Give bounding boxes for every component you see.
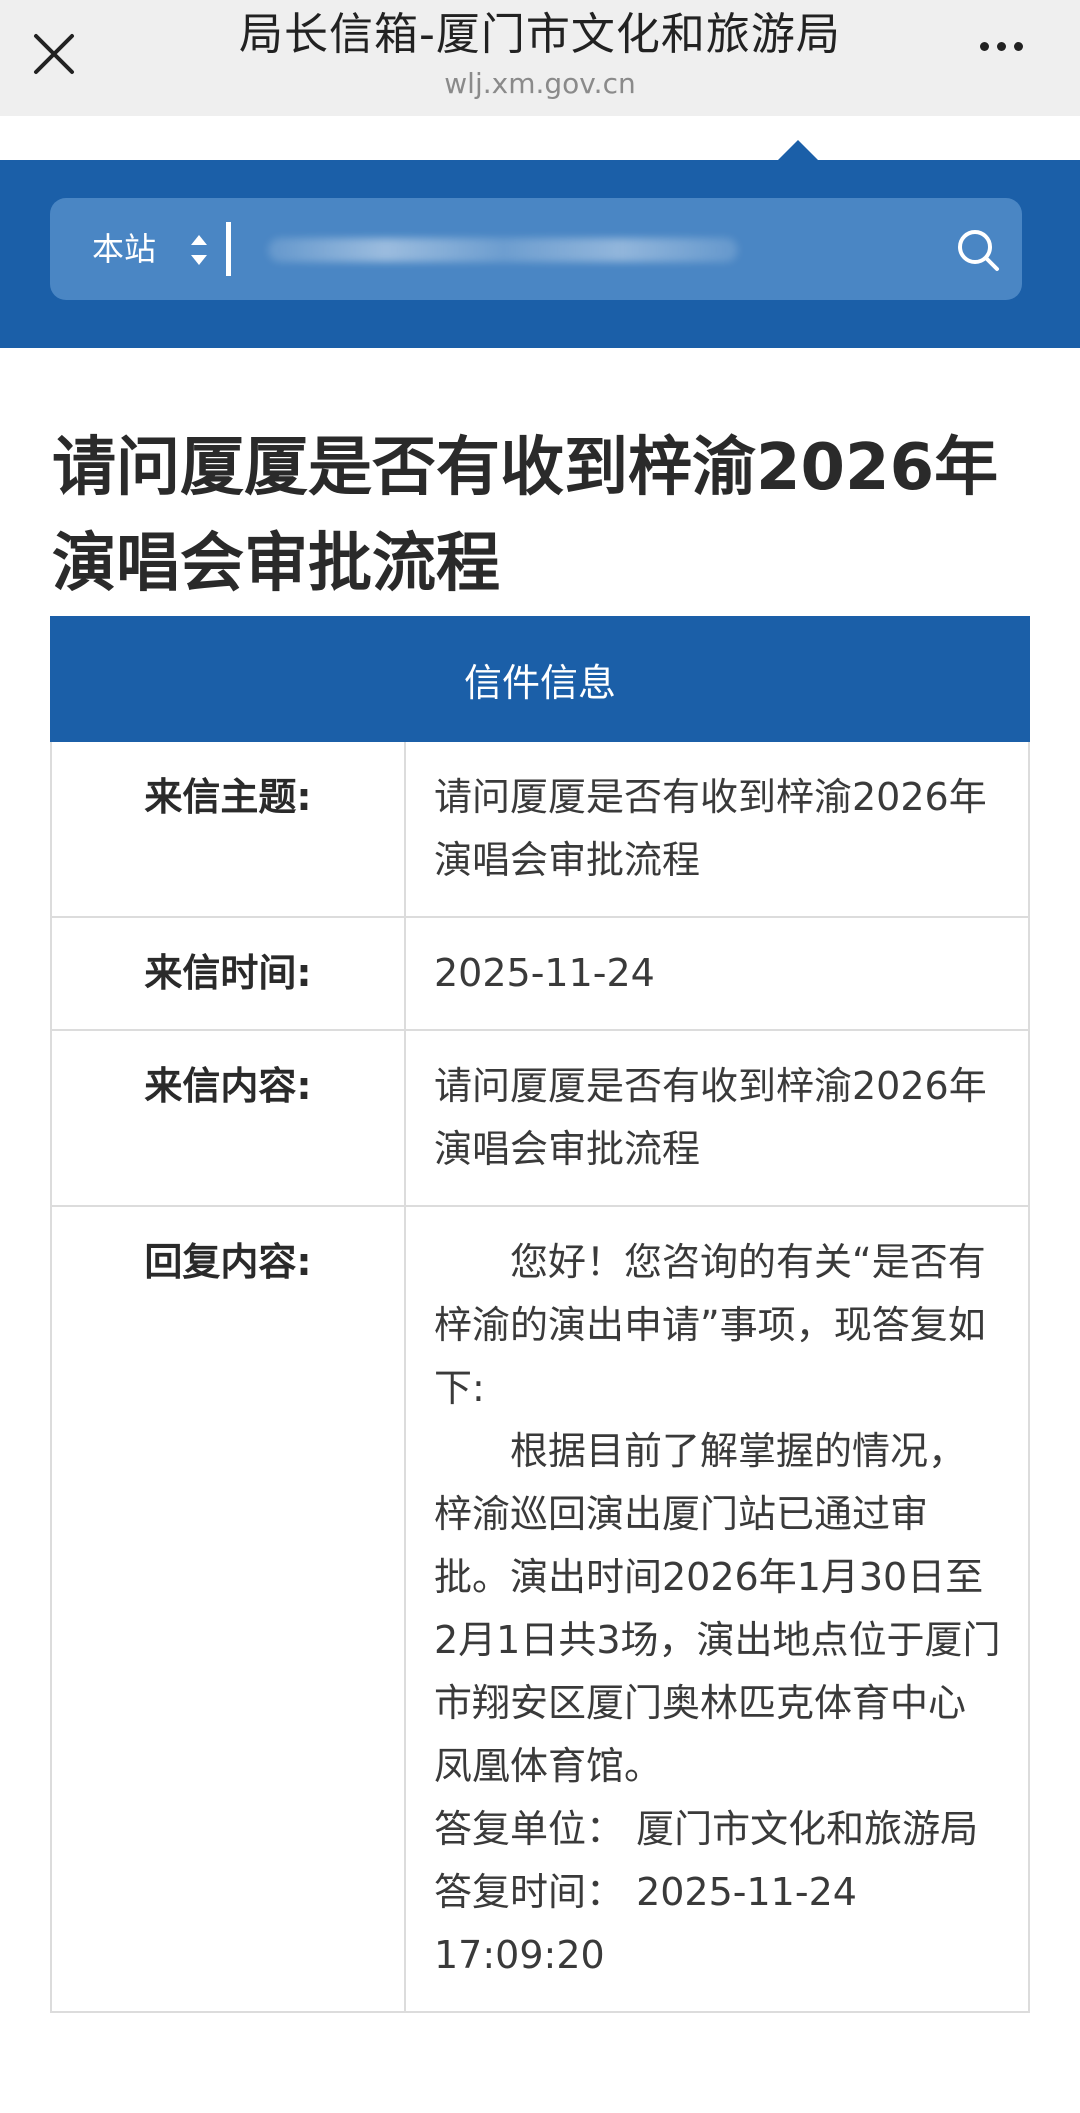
text-cursor — [226, 222, 231, 276]
site-header: 本站 — [0, 160, 1080, 348]
browser-title-area: 局长信箱-厦门市文化和旅游局 wlj.xm.gov.cn — [160, 0, 920, 102]
browser-url: wlj.xm.gov.cn — [444, 67, 636, 100]
content-label: 来信内容: — [50, 1029, 406, 1207]
table-header: 信件信息 — [50, 616, 1030, 742]
subject-label: 来信主题: — [50, 740, 406, 918]
close-icon[interactable] — [28, 28, 80, 80]
date-label: 来信时间: — [50, 916, 406, 1031]
menu-pointer — [776, 140, 820, 162]
search-bar[interactable]: 本站 — [50, 198, 1022, 300]
reply-value: 您好！您咨询的有关“是否有梓渝的演出申请”事项，现答复如下: 根据目前了解掌握的… — [404, 1205, 1030, 2013]
reply-signature: 答复单位： 厦门市文化和旅游局 答复时间： 2025-11-24 17:09:2… — [434, 1807, 1029, 1977]
table-row: 来信内容: 请问厦厦是否有收到梓渝2026年演唱会审批流程 — [50, 1029, 1030, 1207]
date-value: 2025-11-24 — [404, 916, 1030, 1031]
reply-paragraph: 您好！您咨询的有关“是否有梓渝的演出申请”事项，现答复如下: — [434, 1240, 986, 1410]
table-row: 来信主题: 请问厦厦是否有收到梓渝2026年演唱会审批流程 — [50, 740, 1030, 918]
browser-title: 局长信箱-厦门市文化和旅游局 — [239, 9, 841, 60]
letter-title: 请问厦厦是否有收到梓渝2026年演唱会审批流程 — [52, 431, 999, 601]
browser-top-bar: 局长信箱-厦门市文化和旅游局 wlj.xm.gov.cn — [0, 0, 1080, 116]
search-icon[interactable] — [954, 226, 1002, 274]
reply-label: 回复内容: — [50, 1205, 406, 2013]
search-scope-select[interactable]: 本站 — [92, 226, 156, 272]
content-value: 请问厦厦是否有收到梓渝2026年演唱会审批流程 — [404, 1029, 1030, 1207]
subject-value: 请问厦厦是否有收到梓渝2026年演唱会审批流程 — [404, 740, 1030, 918]
reply-paragraph: 根据目前了解掌握的情况，梓渝巡回演出厦门站已通过审批。演出时间2026年1月30… — [434, 1429, 1001, 1788]
sort-arrows-icon[interactable] — [188, 228, 210, 272]
search-input[interactable] — [268, 238, 738, 262]
more-options-icon[interactable] — [980, 36, 1040, 66]
letter-info-table: 信件信息 来信主题: 请问厦厦是否有收到梓渝2026年演唱会审批流程 来信时间:… — [50, 616, 1030, 2013]
table-row: 来信时间: 2025-11-24 — [50, 916, 1030, 1031]
table-row: 回复内容: 您好！您咨询的有关“是否有梓渝的演出申请”事项，现答复如下: 根据目… — [50, 1205, 1030, 2013]
